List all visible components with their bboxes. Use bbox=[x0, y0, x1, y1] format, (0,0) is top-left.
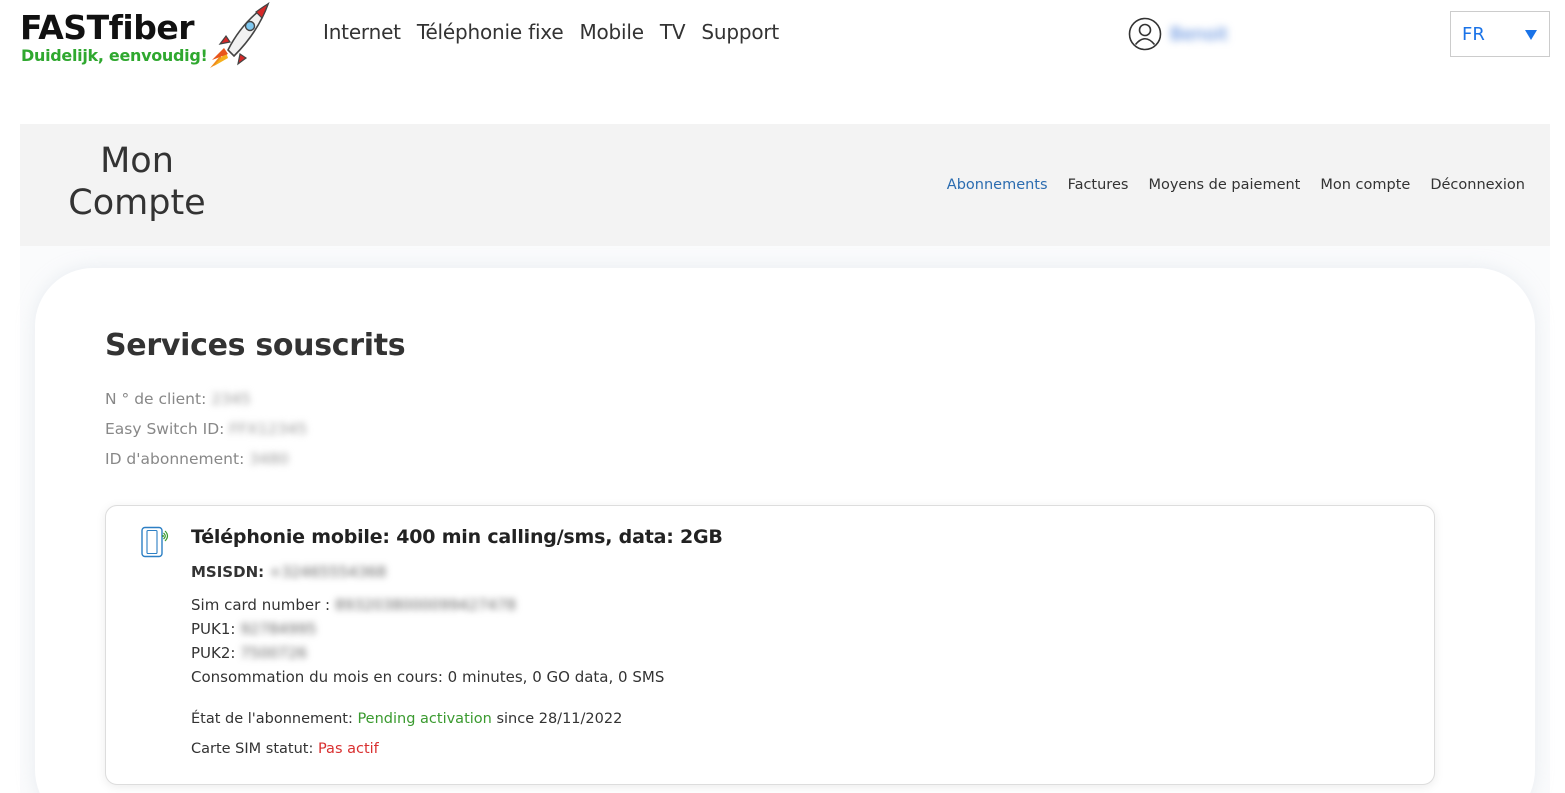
logo[interactable]: FASTfiber Duidelijk, eenvoudig! bbox=[20, 1, 275, 70]
nav-mobile[interactable]: Mobile bbox=[579, 20, 644, 44]
page-title: Mon Compte bbox=[62, 140, 212, 224]
site-header: FASTfiber Duidelijk, eenvoudig! Internet… bbox=[0, 0, 1565, 80]
msisdn-row: MSISDN: +32465554368 bbox=[191, 563, 386, 581]
sim-status-row: Carte SIM statut: Pas actif bbox=[191, 741, 379, 757]
subscription-state-since: since 28/11/2022 bbox=[496, 711, 623, 727]
language-value: FR bbox=[1462, 23, 1485, 45]
chevron-down-icon bbox=[1525, 30, 1537, 40]
user-circle-icon bbox=[1128, 17, 1162, 51]
puk2-label: PUK2: bbox=[191, 644, 236, 662]
puk1-row: PUK1: 92784995 bbox=[191, 620, 317, 638]
sim-number-label: Sim card number : bbox=[191, 596, 331, 614]
consumption-row: Consommation du mois en cours: 0 minutes… bbox=[191, 668, 665, 686]
sim-number-value: 8932038000099427478 bbox=[334, 596, 517, 614]
msisdn-label: MSISDN: bbox=[191, 563, 265, 581]
subscription-card: Téléphonie mobile: 400 min calling/sms, … bbox=[105, 505, 1435, 785]
puk2-value: 7500726 bbox=[240, 644, 308, 662]
rocket-icon bbox=[210, 1, 270, 68]
subscription-id-row: ID d'abonnement: 3480 bbox=[105, 449, 307, 479]
account-nav-abonnements[interactable]: Abonnements bbox=[947, 177, 1048, 193]
client-info: N ° de client: 2345 Easy Switch ID: FFX1… bbox=[105, 389, 307, 479]
easy-switch-row: Easy Switch ID: FFX12345 bbox=[105, 419, 307, 449]
subscription-state-badge: Pending activation bbox=[357, 711, 492, 727]
subscription-state-label: État de l'abonnement: bbox=[191, 711, 353, 727]
subscription-id-value: 3480 bbox=[249, 450, 289, 468]
account-nav-moyens-de-paiement[interactable]: Moyens de paiement bbox=[1148, 177, 1300, 193]
account-nav-deconnexion[interactable]: Déconnexion bbox=[1430, 177, 1525, 193]
page-title-line2: Compte bbox=[68, 183, 206, 223]
logo-brand: FASTfiber bbox=[20, 8, 195, 47]
user-menu[interactable]: Benoit bbox=[1128, 17, 1228, 51]
main-nav: Internet Téléphonie fixe Mobile TV Suppo… bbox=[323, 20, 795, 44]
nav-support[interactable]: Support bbox=[701, 20, 779, 44]
easy-switch-label: Easy Switch ID: bbox=[105, 420, 225, 438]
client-number-row: N ° de client: 2345 bbox=[105, 389, 307, 419]
sim-status-label: Carte SIM statut: bbox=[191, 741, 314, 757]
page-title-line1: Mon bbox=[100, 141, 174, 181]
logo-tagline: Duidelijk, eenvoudig! bbox=[21, 46, 208, 65]
sim-status-badge: Pas actif bbox=[317, 741, 379, 757]
client-number-value: 2345 bbox=[211, 390, 251, 408]
sim-number-row: Sim card number : 8932038000099427478 bbox=[191, 596, 516, 614]
account-nav: Abonnements Factures Moyens de paiement … bbox=[927, 177, 1525, 193]
mobile-phone-icon bbox=[141, 526, 169, 558]
puk2-row: PUK2: 7500726 bbox=[191, 644, 307, 662]
subscription-id-label: ID d'abonnement: bbox=[105, 450, 245, 468]
puk1-label: PUK1: bbox=[191, 620, 236, 638]
account-nav-factures[interactable]: Factures bbox=[1068, 177, 1129, 193]
nav-internet[interactable]: Internet bbox=[323, 20, 401, 44]
easy-switch-value: FFX12345 bbox=[229, 420, 308, 438]
client-number-label: N ° de client: bbox=[105, 390, 207, 408]
user-name: Benoit bbox=[1170, 23, 1228, 45]
section-title: Services souscrits bbox=[105, 328, 406, 363]
puk1-value: 92784995 bbox=[240, 620, 317, 638]
language-select[interactable]: FR bbox=[1450, 11, 1550, 57]
account-nav-mon-compte[interactable]: Mon compte bbox=[1320, 177, 1410, 193]
nav-tv[interactable]: TV bbox=[660, 20, 686, 44]
nav-telephonie-fixe[interactable]: Téléphonie fixe bbox=[417, 20, 564, 44]
subscription-state-row: État de l'abonnement: Pending activation… bbox=[191, 711, 622, 727]
account-banner: Mon Compte Abonnements Factures Moyens d… bbox=[20, 124, 1550, 246]
msisdn-value: +32465554368 bbox=[268, 563, 387, 581]
subscription-title: Téléphonie mobile: 400 min calling/sms, … bbox=[191, 526, 723, 548]
